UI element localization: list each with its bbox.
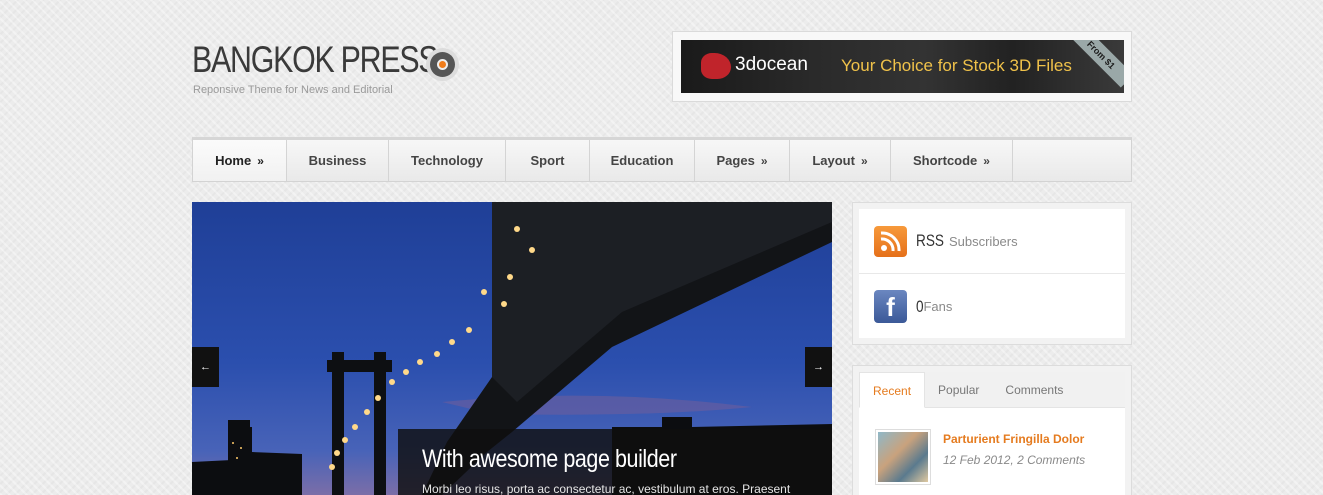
submenu-arrow-icon: » <box>983 153 990 168</box>
slider-next-button[interactable]: → <box>805 347 832 387</box>
list-item: Parturient Fringilla Dolor 12 Feb 2012, … <box>875 429 1085 485</box>
main-nav: Home» Business Technology Sport Educatio… <box>192 137 1132 182</box>
site-logo[interactable]: BANGKOK PRESS <box>192 38 491 82</box>
submenu-arrow-icon: » <box>860 153 868 168</box>
rss-count: RSS <box>916 231 944 250</box>
post-date: 12 Feb 2012 <box>943 453 1011 467</box>
ad-brand: 3docean <box>735 54 808 75</box>
rss-icon[interactable] <box>874 225 907 257</box>
nav-item-home[interactable]: Home» <box>193 140 287 181</box>
nav-item-business[interactable]: Business <box>287 140 389 181</box>
ad-banner-box: 3docean Your Choice for Stock 3D Files F… <box>672 31 1132 102</box>
slide-caption[interactable]: With awesome page builder Morbi leo risu… <box>398 429 832 495</box>
rss-counter[interactable]: RSS Subscribers <box>859 209 1125 274</box>
submenu-arrow-icon: » <box>760 153 768 168</box>
nav-item-pages[interactable]: Pages» <box>695 140 790 181</box>
rss-label: Subscribers <box>948 233 1018 249</box>
site-tagline: Reponsive Theme for News and Editorial <box>193 84 393 96</box>
nav-item-education[interactable]: Education <box>590 140 695 181</box>
ad-slogan: Your Choice for Stock 3D Files <box>841 56 1072 75</box>
post-comments-link[interactable]: 2 Comments <box>1017 453 1085 467</box>
featured-slider[interactable]: ← → With awesome page builder Morbi leo … <box>192 202 832 495</box>
slider-prev-button[interactable]: ← <box>192 347 219 387</box>
logo-target-icon <box>426 48 459 81</box>
ad-banner[interactable]: 3docean Your Choice for Stock 3D Files F… <box>681 40 1124 93</box>
submenu-arrow-icon: » <box>257 153 264 168</box>
ad-price-ribbon: From $1 <box>1068 40 1124 88</box>
slide-caption-title[interactable]: With awesome page builder <box>422 445 677 474</box>
3docean-logo-icon <box>701 53 731 79</box>
facebook-icon[interactable]: f <box>874 290 907 323</box>
facebook-count: 0 <box>916 296 924 316</box>
tab-bar: Recent Popular Comments <box>859 372 1125 408</box>
site-title[interactable]: BANGKOK PRESS <box>192 38 439 82</box>
slide-caption-text: Morbi leo risus, porta ac consectetur ac… <box>422 482 791 495</box>
nav-item-technology[interactable]: Technology <box>389 140 506 181</box>
facebook-label: Fans <box>923 299 953 314</box>
tab-popular[interactable]: Popular <box>925 372 992 407</box>
nav-item-shortcode[interactable]: Shortcode» <box>891 140 1013 181</box>
post-thumbnail[interactable] <box>875 429 931 485</box>
facebook-counter[interactable]: f 0 Fans <box>859 274 1125 339</box>
tab-comments[interactable]: Comments <box>992 372 1076 407</box>
social-counter-widget: RSS Subscribers f 0 Fans <box>852 202 1132 345</box>
post-meta: 12 Feb 2012, 2 Comments <box>943 453 1086 467</box>
tabbed-posts-widget: Recent Popular Comments Parturient Fring… <box>852 365 1132 495</box>
nav-item-layout[interactable]: Layout» <box>790 140 891 181</box>
post-title[interactable]: Parturient Fringilla Dolor <box>943 432 1085 446</box>
nav-item-sport[interactable]: Sport <box>506 140 590 181</box>
tab-recent[interactable]: Recent <box>859 372 926 408</box>
